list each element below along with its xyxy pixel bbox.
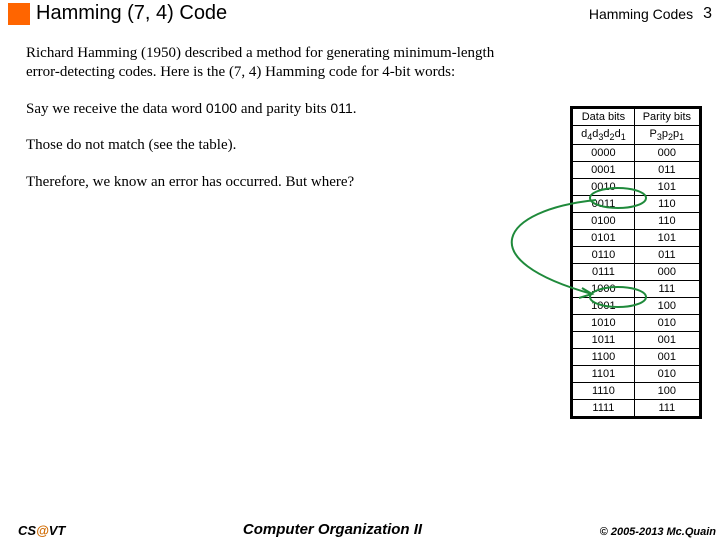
data-bits-cell: 1001 xyxy=(573,298,635,315)
title-bullet-icon xyxy=(8,3,30,25)
mismatch-paragraph: Those do not match (see the table). xyxy=(26,136,520,155)
table-row: 0100110 xyxy=(573,213,700,230)
slide-footer: CS@VT Computer Organization II © 2005-20… xyxy=(0,521,720,538)
data-bits-cell: 0101 xyxy=(573,230,635,247)
table-row: 1000111 xyxy=(573,281,700,298)
slide-header: Hamming (7, 4) Code Hamming Codes 3 xyxy=(0,0,720,29)
parity-bits-cell: 001 xyxy=(634,349,699,366)
intro-paragraph: Richard Hamming (1950) described a metho… xyxy=(26,44,520,82)
parity-bits-cell: 011 xyxy=(634,247,699,264)
hamming-table: Data bits Parity bits d4d3d2d1 P3p2p1 00… xyxy=(570,106,702,419)
footer-right: © 2005-2013 Mc.Quain xyxy=(600,526,716,538)
data-bits-cell: 1110 xyxy=(573,383,635,400)
table-row: 1010010 xyxy=(573,315,700,332)
data-word: 0100 xyxy=(206,100,237,116)
table-row: 1100001 xyxy=(573,349,700,366)
data-bits-cell: 0100 xyxy=(573,213,635,230)
table-row: 1011001 xyxy=(573,332,700,349)
footer-at: @ xyxy=(36,523,49,538)
parity-bits-cell: 110 xyxy=(634,196,699,213)
table-row: 0110011 xyxy=(573,247,700,264)
parity-bits-cell: 100 xyxy=(634,383,699,400)
footer-vt: VT xyxy=(49,523,66,538)
parity-bits-cell: 111 xyxy=(634,281,699,298)
text-fragment: Say we receive the data word xyxy=(26,101,206,117)
parity-bits-cell: 101 xyxy=(634,179,699,196)
parity-bits-cell: 000 xyxy=(634,145,699,162)
text-fragment: and parity bits xyxy=(237,101,330,117)
table-row: 1111111 xyxy=(573,400,700,417)
data-bits-cell: 0001 xyxy=(573,162,635,179)
col-header-parity: Parity bits xyxy=(634,109,699,126)
data-bits-cell: 1010 xyxy=(573,315,635,332)
data-bits-cell: 1011 xyxy=(573,332,635,349)
parity-bits-cell: 010 xyxy=(634,366,699,383)
data-bits-cell: 0010 xyxy=(573,179,635,196)
receive-paragraph: Say we receive the data word 0100 and pa… xyxy=(26,100,520,119)
col-subheader-parity: P3p2p1 xyxy=(634,126,699,145)
parity-bits-cell: 110 xyxy=(634,213,699,230)
parity-bits-cell: 111 xyxy=(634,400,699,417)
data-bits-cell: 0000 xyxy=(573,145,635,162)
table-row: 0111000 xyxy=(573,264,700,281)
footer-left: CS@VT xyxy=(18,523,65,538)
slide-body: Richard Hamming (1950) described a metho… xyxy=(26,44,520,210)
data-bits-cell: 1101 xyxy=(573,366,635,383)
parity-bits-cell: 011 xyxy=(634,162,699,179)
data-bits-cell: 1111 xyxy=(573,400,635,417)
slide-title: Hamming (7, 4) Code xyxy=(36,2,227,25)
col-header-data: Data bits xyxy=(573,109,635,126)
topic-label: Hamming Codes xyxy=(589,6,693,22)
table-row: 1001100 xyxy=(573,298,700,315)
footer-center: Computer Organization II xyxy=(65,521,599,538)
data-bits-cell: 0111 xyxy=(573,264,635,281)
table-row: 1101010 xyxy=(573,366,700,383)
col-subheader-data: d4d3d2d1 xyxy=(573,126,635,145)
data-bits-cell: 0110 xyxy=(573,247,635,264)
table-row: 0001011 xyxy=(573,162,700,179)
table-row: 0010101 xyxy=(573,179,700,196)
parity-bits-cell: 001 xyxy=(634,332,699,349)
parity-bits-cell: 100 xyxy=(634,298,699,315)
data-bits-cell: 0011 xyxy=(573,196,635,213)
footer-cs: CS xyxy=(18,523,36,538)
table-row: 0101101 xyxy=(573,230,700,247)
table-row: 0011110 xyxy=(573,196,700,213)
data-bits-cell: 1100 xyxy=(573,349,635,366)
parity-bits-cell: 010 xyxy=(634,315,699,332)
parity-bits: 011 xyxy=(330,100,352,116)
parity-bits-cell: 101 xyxy=(634,230,699,247)
page-number: 3 xyxy=(703,5,712,23)
text-fragment: . xyxy=(353,101,357,117)
table-row: 0000000 xyxy=(573,145,700,162)
error-paragraph: Therefore, we know an error has occurred… xyxy=(26,173,520,192)
data-bits-cell: 1000 xyxy=(573,281,635,298)
parity-bits-cell: 000 xyxy=(634,264,699,281)
table-row: 1110100 xyxy=(573,383,700,400)
